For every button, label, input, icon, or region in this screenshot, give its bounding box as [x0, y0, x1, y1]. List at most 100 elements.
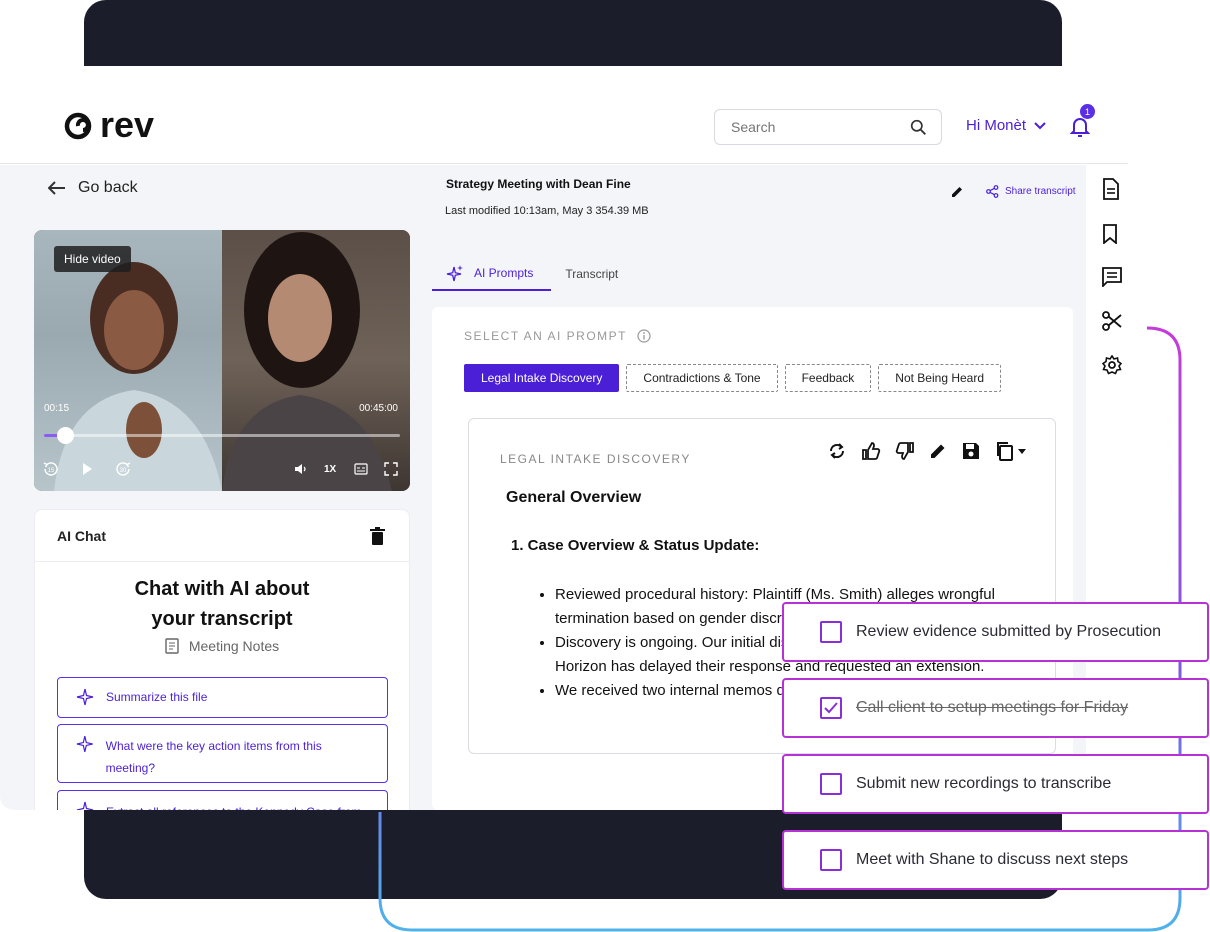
todo-checkbox[interactable] — [820, 621, 842, 643]
volume-button[interactable] — [294, 458, 308, 480]
share-transcript-label: Share transcript — [1005, 186, 1076, 197]
rev-logo: rev — [64, 106, 154, 142]
chat-suggestion[interactable]: Summarize this file — [57, 677, 388, 718]
volume-icon — [295, 464, 306, 474]
sparkle-icon — [76, 801, 94, 810]
sparkle-icon — [76, 736, 93, 752]
edit-icon[interactable] — [929, 442, 947, 460]
captions-button[interactable] — [354, 458, 368, 480]
skip-forward-label: 30 — [120, 468, 127, 474]
chat-subtitle-text: Meeting Notes — [188, 638, 280, 654]
result-label: LEGAL INTAKE DISCOVERY — [500, 452, 691, 466]
trash-icon[interactable] — [370, 526, 385, 545]
video-controls: 15 30 1X — [34, 458, 410, 480]
fullscreen-icon — [384, 462, 398, 476]
todo-checkbox[interactable] — [820, 697, 842, 719]
scissors-icon[interactable] — [1102, 311, 1122, 331]
tab-label: AI Prompts — [474, 266, 534, 280]
regenerate-icon[interactable] — [827, 441, 847, 461]
video-scrubber[interactable] — [44, 427, 400, 444]
todo-text: Meet with Shane to discuss next steps — [856, 851, 1129, 868]
todo-checkbox[interactable] — [820, 849, 842, 871]
gear-icon[interactable] — [1102, 355, 1122, 375]
skip-back-icon: 15 — [43, 462, 58, 476]
chat-subtitle: Meeting Notes — [35, 638, 409, 654]
pencil-icon[interactable] — [950, 185, 964, 199]
todo-item[interactable]: Review evidence submitted by Prosecution — [782, 602, 1209, 662]
result-heading: General Overview — [506, 489, 642, 506]
dark-backdrop-top — [84, 0, 1062, 66]
video-player[interactable]: Hide video 00:15 00:45:00 15 30 1X — [34, 230, 410, 491]
sparkles-icon — [446, 265, 463, 282]
ai-chat-panel: AI Chat Chat with AI about your transcri… — [34, 509, 410, 810]
video-participant-right — [222, 230, 410, 491]
result-section: 1. Case Overview & Status Update: — [511, 537, 760, 554]
select-prompt-text: SELECT AN AI PROMPT — [464, 329, 627, 343]
video-duration: 00:45:00 — [359, 403, 398, 414]
video-current-time: 00:15 — [44, 403, 70, 414]
notification-badge: 1 — [1080, 104, 1095, 119]
playback-speed[interactable]: 1X — [324, 458, 336, 480]
share-icon — [986, 185, 999, 198]
play-button[interactable] — [80, 458, 94, 480]
copy-dropdown[interactable] — [995, 441, 1026, 461]
search-icon[interactable] — [910, 119, 927, 136]
search-box[interactable] — [714, 109, 942, 145]
comment-icon[interactable] — [1102, 267, 1122, 287]
bell-icon[interactable] — [1070, 116, 1090, 138]
left-panel: Go back Hide video 00:15 00:45:00 15 30 … — [0, 165, 430, 810]
info-icon[interactable] — [637, 329, 651, 343]
tab-label: Transcript — [565, 267, 619, 281]
top-header: rev Hi Monèt 1 — [0, 66, 1128, 164]
skip-forward-icon: 30 — [116, 462, 131, 476]
thumbs-up-icon[interactable] — [861, 441, 881, 461]
tab-ai-prompts[interactable]: AI Prompts — [432, 257, 552, 291]
chat-heading-line1: Chat with AI about — [134, 578, 310, 600]
chat-suggestion[interactable]: Extract all references to the Kennedy Ca… — [57, 790, 388, 810]
todo-checkbox[interactable] — [820, 773, 842, 795]
file-title: Strategy Meeting with Dean Fine — [446, 177, 631, 191]
captions-icon — [354, 463, 368, 475]
file-meta: Last modified 10:13am, May 3 354.39 MB — [445, 205, 649, 217]
prompt-not-being-heard[interactable]: Not Being Heard — [878, 364, 1002, 392]
bookmark-icon[interactable] — [1102, 224, 1118, 244]
go-back-link[interactable]: Go back — [48, 179, 138, 197]
document-icon[interactable] — [1102, 178, 1120, 200]
chat-suggestion-text: Extract all references to the Kennedy Ca… — [106, 801, 361, 810]
prompt-button-group: Legal Intake Discovery Contradictions & … — [464, 364, 1002, 392]
search-input[interactable] — [731, 119, 891, 135]
share-transcript-button[interactable]: Share transcript — [986, 185, 1076, 198]
todo-item[interactable]: Call client to setup meetings for Friday — [782, 678, 1209, 738]
fullscreen-button[interactable] — [384, 458, 398, 480]
logo-text: rev — [100, 106, 154, 142]
ai-chat-title: AI Chat — [57, 527, 106, 544]
skip-forward-button[interactable]: 30 — [114, 458, 132, 480]
todo-text: Review evidence submitted by Prosecution — [856, 623, 1162, 640]
sparkle-icon — [76, 688, 94, 706]
ai-chat-header: AI Chat — [35, 510, 409, 562]
save-icon[interactable] — [961, 441, 981, 461]
user-greeting: Hi Monèt — [966, 117, 1027, 134]
todo-text: Call client to setup meetings for Friday — [856, 699, 1129, 716]
arrow-left-icon — [48, 181, 65, 195]
skip-back-button[interactable]: 15 — [42, 458, 60, 480]
caret-down-icon — [1018, 448, 1026, 454]
prompt-legal-intake-discovery[interactable]: Legal Intake Discovery — [464, 364, 620, 392]
select-prompt-label: SELECT AN AI PROMPT — [464, 329, 651, 343]
notes-icon — [165, 638, 179, 654]
chat-suggestion[interactable]: What were the key action items from this… — [57, 724, 388, 783]
prompt-feedback[interactable]: Feedback — [784, 364, 872, 392]
chat-heading-line2: your transcript — [151, 608, 293, 630]
todo-text: Submit new recordings to transcribe — [856, 775, 1112, 792]
result-toolbar — [827, 441, 1026, 461]
user-menu[interactable]: Hi Monèt — [966, 117, 1046, 134]
play-icon — [83, 463, 92, 475]
tab-transcript[interactable]: Transcript — [551, 257, 636, 291]
hide-video-button[interactable]: Hide video — [54, 246, 131, 272]
content-tabs: AI Prompts Transcript — [432, 257, 636, 291]
prompt-contradictions-tone[interactable]: Contradictions & Tone — [626, 364, 778, 392]
todo-item[interactable]: Submit new recordings to transcribe — [782, 754, 1209, 814]
checkmark-icon — [824, 702, 838, 714]
thumbs-down-icon[interactable] — [895, 441, 915, 461]
todo-item[interactable]: Meet with Shane to discuss next steps — [782, 830, 1209, 890]
